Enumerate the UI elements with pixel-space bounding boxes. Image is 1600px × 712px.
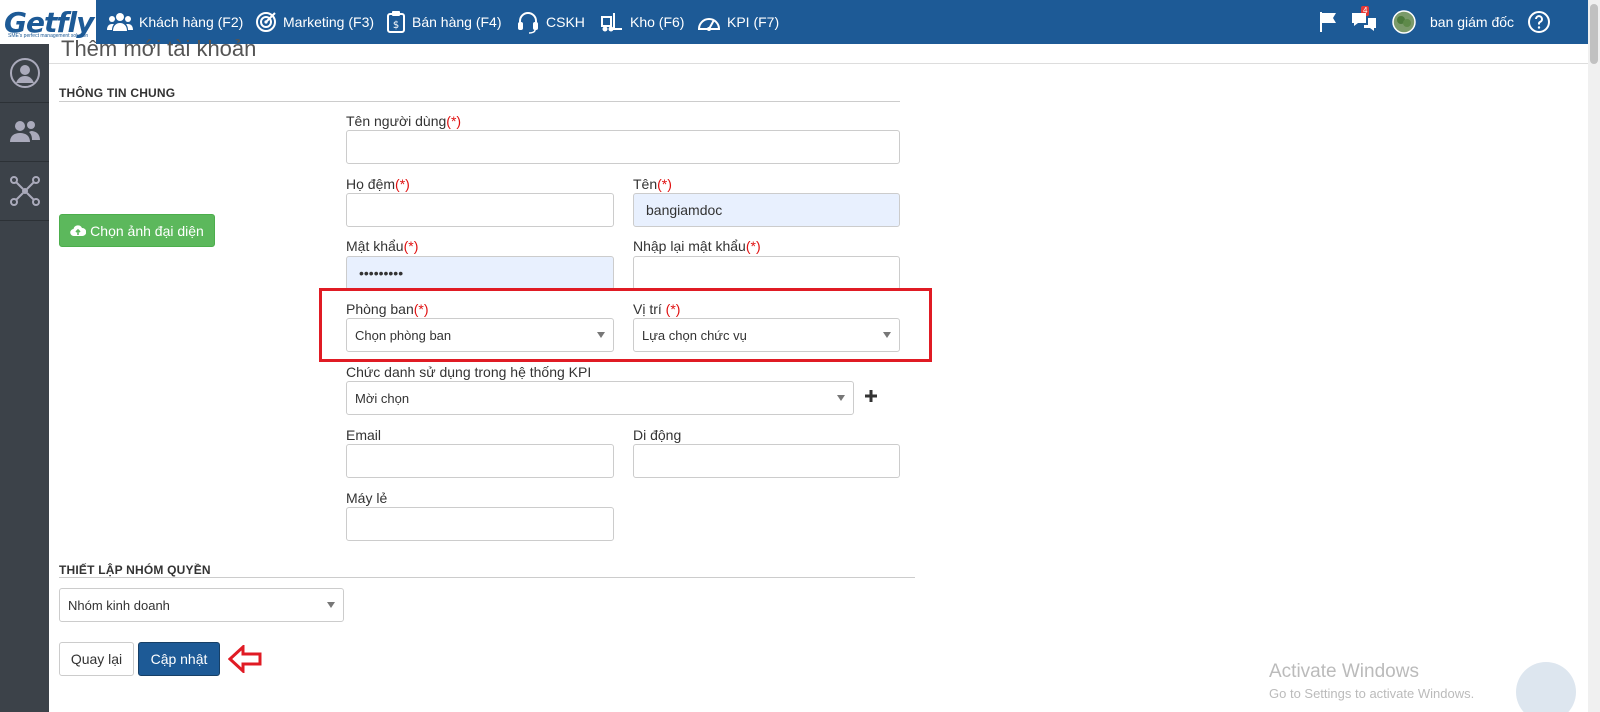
user-menu[interactable]: ban giám đốc — [1430, 0, 1514, 44]
cloud-upload-icon — [70, 224, 87, 236]
kpi-title-select[interactable]: Mời chọn — [346, 381, 854, 415]
sidebar-profile[interactable] — [0, 44, 49, 103]
email-input[interactable] — [346, 444, 614, 478]
permission-group-value: Nhóm kinh doanh — [68, 597, 170, 613]
middle-name-label: Họ đệm(*) — [346, 176, 410, 192]
nav-customer-care[interactable]: CSKH — [516, 0, 585, 44]
choose-avatar-label: Chọn ảnh đại diện — [90, 222, 204, 239]
section-general-divider — [59, 101, 900, 102]
password-input[interactable] — [346, 256, 614, 290]
first-name-label: Tên(*) — [633, 176, 672, 192]
section-permissions-divider — [59, 577, 915, 578]
arrow-left-icon — [228, 645, 262, 673]
sidebar-structure[interactable] — [0, 162, 49, 221]
middle-name-label-text: Họ đệm — [346, 176, 396, 192]
main-content: Thêm mới tài khoản THÔNG TIN CHUNG Chọn … — [49, 36, 1588, 712]
user-circle-icon — [9, 58, 40, 88]
sidebar-users[interactable] — [0, 103, 49, 162]
nav-customer-care-label: CSKH — [546, 14, 585, 30]
update-button-label: Cập nhật — [150, 651, 208, 667]
users-icon — [107, 13, 133, 31]
add-icon[interactable] — [864, 389, 878, 403]
required-mark: (*) — [395, 176, 410, 192]
nav-marketing[interactable]: Marketing (F3) — [255, 0, 374, 44]
activate-windows-subtitle: Go to Settings to activate Windows. — [1269, 686, 1475, 701]
username-label: Tên người dùng(*) — [346, 113, 461, 129]
page-title: Thêm mới tài khoản — [61, 36, 257, 61]
headset-icon — [518, 12, 538, 34]
email-label: Email — [346, 427, 382, 443]
chat-icon — [1352, 13, 1376, 31]
sales-icon: $ — [387, 11, 405, 33]
target-icon — [256, 12, 276, 32]
password-label-text: Mật khẩu — [346, 238, 404, 254]
username-label-text: Tên người dùng — [346, 113, 447, 129]
user-avatar[interactable] — [1392, 0, 1416, 44]
nav-kpi-label: KPI (F7) — [727, 14, 780, 30]
scrollbar[interactable] — [1588, 0, 1600, 712]
kpi-title-select-value: Mời chọn — [355, 390, 410, 406]
highlight-annotation — [319, 288, 932, 362]
extension-input[interactable] — [346, 507, 614, 541]
svg-text:$: $ — [393, 20, 399, 31]
nav-sales[interactable]: $ Bán hàng (F4) — [386, 0, 502, 44]
required-mark: (*) — [446, 113, 462, 129]
nav-marketing-label: Marketing (F3) — [283, 14, 375, 30]
password-label: Mật khẩu(*) — [346, 238, 418, 254]
mobile-input[interactable] — [633, 444, 900, 478]
network-icon — [9, 176, 40, 206]
required-mark: (*) — [745, 238, 761, 254]
help-button[interactable] — [1527, 0, 1551, 44]
forklift-icon — [601, 13, 622, 32]
speedometer-icon — [697, 18, 721, 31]
section-general-title: THÔNG TIN CHUNG — [59, 86, 176, 100]
required-mark: (*) — [657, 176, 672, 192]
permission-group-select[interactable]: Nhóm kinh doanh — [59, 588, 344, 622]
activate-windows-title: Activate Windows — [1269, 661, 1419, 682]
nav-warehouse[interactable]: Kho (F6) — [600, 0, 684, 44]
nav-kpi[interactable]: KPI (F7) — [697, 0, 779, 44]
confirm-password-input[interactable] — [633, 256, 900, 290]
update-button[interactable]: Cập nhật — [138, 642, 220, 676]
nav-warehouse-label: Kho (F6) — [630, 14, 685, 30]
first-name-label-text: Tên — [633, 176, 658, 192]
avatar-icon — [1392, 10, 1416, 34]
help-icon — [1528, 11, 1550, 33]
confirm-password-label: Nhập lại mật khẩu(*) — [633, 238, 761, 254]
user-name: ban giám đốc — [1430, 14, 1515, 30]
back-button-label: Quay lại — [70, 651, 123, 667]
messages-button[interactable] — [1351, 0, 1377, 44]
group-icon — [9, 121, 40, 142]
notifications-button[interactable] — [1318, 0, 1340, 44]
mobile-label: Di động — [633, 427, 682, 443]
required-mark: (*) — [403, 238, 419, 254]
confirm-password-label-text: Nhập lại mật khẩu — [633, 238, 746, 254]
chevron-down-icon — [327, 602, 335, 608]
back-button[interactable]: Quay lại — [59, 642, 134, 676]
username-input[interactable] — [346, 130, 900, 164]
choose-avatar-button[interactable]: Chọn ảnh đại diện — [59, 214, 215, 247]
middle-name-input[interactable] — [346, 193, 614, 227]
header-divider — [49, 63, 1588, 64]
nav-customers-label: Khách hàng (F2) — [139, 14, 244, 30]
flag-icon — [1320, 12, 1336, 32]
left-sidebar — [0, 44, 49, 712]
first-name-input[interactable] — [633, 193, 900, 227]
chevron-down-icon — [837, 395, 845, 401]
kpi-title-label: Chức danh sử dụng trong hệ thống KPI — [346, 364, 592, 380]
nav-sales-label: Bán hàng (F4) — [412, 14, 502, 30]
extension-label: Máy lẻ — [346, 490, 388, 506]
scrollbar-thumb[interactable] — [1590, 4, 1598, 64]
section-permissions-title: THIẾT LẬP NHÓM QUYỀN — [59, 563, 211, 577]
